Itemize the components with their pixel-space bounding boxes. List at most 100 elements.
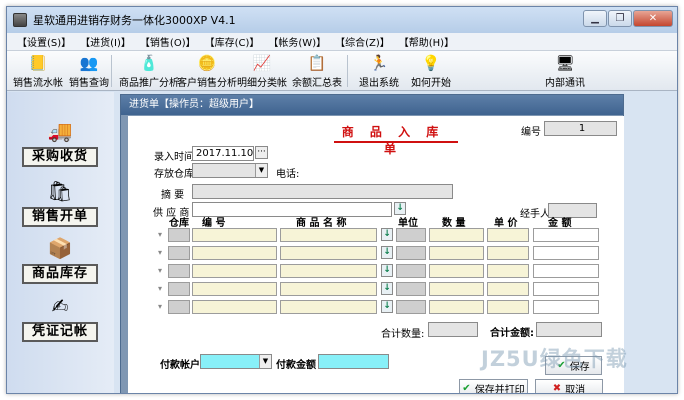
child-window-title: 进货单【操作员：超级用户】	[121, 95, 623, 115]
summary-field[interactable]	[192, 184, 453, 199]
cancel-button[interactable]: ✖ 取消	[535, 379, 603, 393]
row-marker: ▾	[157, 266, 162, 275]
toolbar-sales-ledger[interactable]: 📒 销售流水帐	[13, 53, 63, 89]
pay-amount-field[interactable]	[318, 354, 389, 369]
row-marker: ▾	[157, 248, 162, 257]
toolbar-how-to-start[interactable]: 💡 如何开始	[411, 53, 451, 89]
warehouse-select[interactable]: ▼	[192, 163, 268, 178]
box-icon: 📦	[47, 236, 73, 260]
bottle-icon: 🧴	[139, 54, 159, 72]
cell-code[interactable]	[192, 300, 277, 314]
row-pick-button[interactable]: ↓	[381, 282, 393, 295]
cell-qty[interactable]	[429, 282, 484, 296]
cell-amount[interactable]	[533, 246, 599, 260]
cell-code[interactable]	[192, 246, 277, 260]
chevron-down-icon[interactable]: ▼	[255, 164, 267, 177]
cell-warehouse[interactable]	[168, 300, 190, 314]
cell-warehouse[interactable]	[168, 282, 190, 296]
voucher-button[interactable]: ✍ 凭证记帐	[22, 293, 98, 342]
cell-code[interactable]	[192, 264, 277, 278]
cell-name[interactable]	[280, 246, 377, 260]
toolbar-balance-summary[interactable]: 📋 余额汇总表	[292, 53, 342, 89]
people-search-icon: 👥	[79, 54, 99, 72]
cell-price[interactable]	[487, 246, 529, 260]
cell-unit[interactable]	[396, 228, 426, 242]
cell-warehouse[interactable]	[168, 228, 190, 242]
menu-accounts[interactable]: 【帐务(W)】	[268, 34, 326, 49]
left-button-label: 销售开单	[22, 207, 98, 227]
toolbar-sales-query[interactable]: 👥 销售查询	[69, 53, 109, 89]
close-button[interactable]: ✕	[633, 10, 673, 27]
toolbar-customer-analysis[interactable]: 🪙 客户销售分析	[177, 53, 237, 89]
menu-inventory[interactable]: 【库存(C)】	[205, 34, 260, 49]
sales-order-button[interactable]: 🛍 销售开单	[22, 178, 98, 227]
cell-qty[interactable]	[429, 228, 484, 242]
cell-unit[interactable]	[396, 246, 426, 260]
cell-qty[interactable]	[429, 300, 484, 314]
cell-name[interactable]	[280, 282, 377, 296]
entry-time-field[interactable]: 2017.11.10	[192, 146, 254, 161]
cell-price[interactable]	[487, 264, 529, 278]
cell-name[interactable]	[280, 300, 377, 314]
cell-qty[interactable]	[429, 264, 484, 278]
menu-help[interactable]: 【帮助(H)】	[399, 34, 454, 49]
phone-label: 电话:	[276, 169, 300, 180]
cell-price[interactable]	[487, 282, 529, 296]
toolbar-separator	[111, 55, 112, 87]
minimize-button[interactable]: ▁	[583, 10, 607, 27]
row-marker: ▾	[157, 230, 162, 239]
cell-amount[interactable]	[533, 264, 599, 278]
row-pick-button[interactable]: ↓	[381, 246, 393, 259]
cell-amount[interactable]	[533, 282, 599, 296]
menu-general[interactable]: 【综合(Z)】	[335, 34, 390, 49]
cell-code[interactable]	[192, 228, 277, 242]
toolbar: 📒 销售流水帐 👥 销售查询 🧴 商品推广分析 🪙 客户销售分析 📈 明细分类帐…	[7, 51, 677, 91]
warehouse-label: 存放仓库	[154, 169, 194, 180]
column-price: 单 价	[494, 218, 518, 229]
cell-unit[interactable]	[396, 282, 426, 296]
row-pick-button[interactable]: ↓	[381, 228, 393, 241]
date-picker-button[interactable]: ···	[255, 146, 268, 159]
chart-icon: 📈	[252, 54, 272, 72]
cell-name[interactable]	[280, 264, 377, 278]
row-marker: ▾	[157, 284, 162, 293]
toolbar-exit[interactable]: 🏃 退出系统	[359, 53, 399, 89]
toolbar-label: 如何开始	[411, 78, 451, 89]
cell-amount[interactable]	[533, 300, 599, 314]
left-button-label: 商品库存	[22, 264, 98, 284]
purchase-receive-button[interactable]: 🚚 采购收货	[22, 118, 98, 167]
menu-settings[interactable]: 【设置(S)】	[17, 34, 71, 49]
window-title: 星软通用进销存财务一体化3000XP V4.1	[33, 14, 236, 27]
menu-purchase[interactable]: 【进货(I)】	[80, 34, 131, 49]
cell-price[interactable]	[487, 300, 529, 314]
sales-icon: 🛍	[47, 179, 73, 203]
chevron-down-icon[interactable]: ▼	[259, 355, 271, 368]
inventory-button[interactable]: 📦 商品库存	[22, 235, 98, 284]
cell-price[interactable]	[487, 228, 529, 242]
save-print-button[interactable]: ✔ 保存并打印	[459, 379, 528, 393]
cell-warehouse[interactable]	[168, 264, 190, 278]
left-button-label: 凭证记帐	[22, 322, 98, 342]
cell-code[interactable]	[192, 282, 277, 296]
cell-unit[interactable]	[396, 300, 426, 314]
menu-sales[interactable]: 【销售(O)】	[140, 34, 196, 49]
toolbar-internal-comm[interactable]: 🖥 内部通讯	[545, 53, 585, 89]
restore-button[interactable]: ❐	[608, 10, 632, 27]
column-amount: 金 额	[548, 218, 572, 229]
cell-qty[interactable]	[429, 246, 484, 260]
main-window: 星软通用进销存财务一体化3000XP V4.1 ▁ ❐ ✕ 【设置(S)】 【进…	[6, 6, 678, 394]
cell-unit[interactable]	[396, 264, 426, 278]
lightbulb-icon: 💡	[421, 54, 441, 72]
cell-warehouse[interactable]	[168, 246, 190, 260]
menu-bar: 【设置(S)】 【进货(I)】 【销售(O)】 【库存(C)】 【帐务(W)】 …	[7, 33, 677, 51]
row-pick-button[interactable]: ↓	[381, 264, 393, 277]
cell-amount[interactable]	[533, 228, 599, 242]
row-pick-button[interactable]: ↓	[381, 300, 393, 313]
toolbar-product-analysis[interactable]: 🧴 商品推广分析	[119, 53, 179, 89]
summary-label: 摘 要	[161, 190, 185, 201]
pay-account-select[interactable]: ▼	[200, 354, 272, 369]
toolbar-detail-ledger[interactable]: 📈 明细分类帐	[237, 53, 287, 89]
left-panel: 🚚 采购收货 🛍 销售开单 📦 商品库存 ✍ 凭证记帐	[7, 92, 114, 393]
cell-name[interactable]	[280, 228, 377, 242]
column-unit: 单位	[398, 218, 418, 229]
